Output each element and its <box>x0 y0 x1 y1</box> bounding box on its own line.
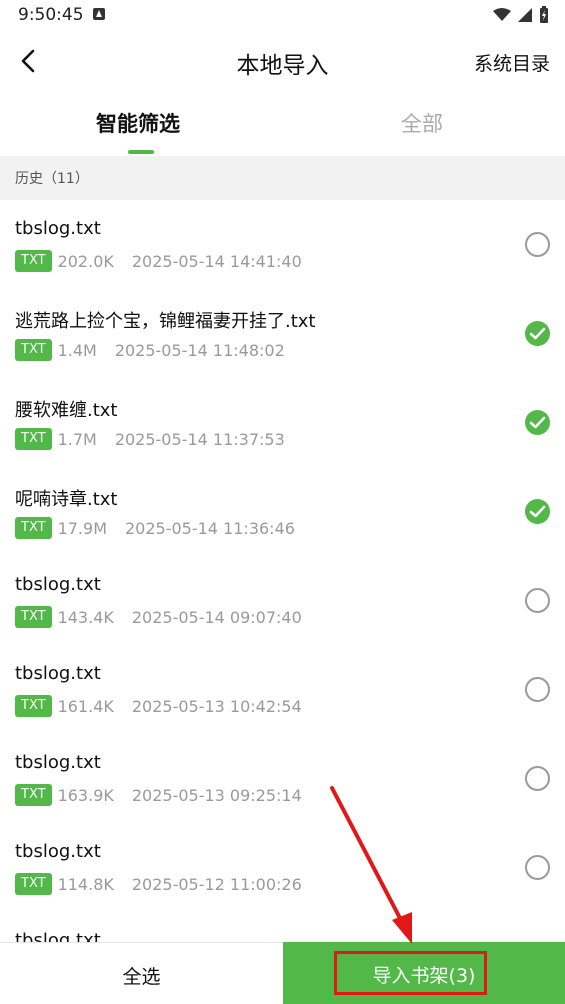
file-name: 腰软难缠.txt <box>15 400 118 421</box>
file-meta: TXT 202.0K 2025-05-14 14:41:40 <box>15 250 302 272</box>
tab-all[interactable]: 全部 <box>401 108 443 138</box>
file-meta: TXT 161.4K 2025-05-13 10:42:54 <box>15 695 302 717</box>
file-size: 114.8K <box>57 874 114 894</box>
file-date: 2025-05-14 09:07:40 <box>131 607 302 627</box>
file-meta: TXT 1.7M 2025-05-14 11:37:53 <box>15 428 285 450</box>
checkbox-checked[interactable] <box>525 410 550 435</box>
checkmark-icon <box>529 416 546 429</box>
file-type-badge: TXT <box>15 784 52 806</box>
file-size: 161.4K <box>57 696 114 716</box>
file-date: 2025-05-13 09:25:14 <box>131 785 302 805</box>
history-section-header: 历史（11） <box>0 156 565 200</box>
section-label: 历史（11） <box>15 171 89 187</box>
bottom-action-bar: 全选 导入书架(3) <box>0 942 565 1004</box>
file-type-badge: TXT <box>15 873 52 895</box>
file-item-partial[interactable]: tbslog.txt <box>0 912 565 942</box>
file-type-badge: TXT <box>15 250 52 272</box>
file-item[interactable]: tbslog.txt TXT 202.0K 2025-05-14 14:41:4… <box>0 200 565 289</box>
tab-indicator <box>128 150 154 154</box>
checkmark-icon <box>529 505 546 518</box>
file-size: 1.4M <box>57 340 97 360</box>
checkbox-unchecked[interactable] <box>525 766 550 791</box>
file-item[interactable]: 逃荒路上捡个宝，锦鲤福妻开挂了.txt TXT 1.4M 2025-05-14 … <box>0 289 565 378</box>
file-item[interactable]: tbslog.txt TXT 143.4K 2025-05-14 09:07:4… <box>0 556 565 645</box>
signal-icon <box>518 8 532 22</box>
file-item[interactable]: tbslog.txt TXT 163.9K 2025-05-13 09:25:1… <box>0 734 565 823</box>
file-meta: TXT 163.9K 2025-05-13 09:25:14 <box>15 784 302 806</box>
file-name: tbslog.txt <box>15 930 101 942</box>
file-name: tbslog.txt <box>15 663 101 684</box>
file-item[interactable]: tbslog.txt TXT 114.8K 2025-05-12 11:00:2… <box>0 823 565 912</box>
file-type-badge: TXT <box>15 695 52 717</box>
file-date: 2025-05-14 11:37:53 <box>114 429 285 449</box>
file-type-badge: TXT <box>15 428 52 450</box>
file-date: 2025-05-14 11:36:46 <box>125 518 295 538</box>
file-item[interactable]: tbslog.txt TXT 161.4K 2025-05-13 10:42:5… <box>0 645 565 734</box>
file-meta: TXT 143.4K 2025-05-14 09:07:40 <box>15 606 302 628</box>
tab-bar: 智能筛选 全部 <box>0 92 565 156</box>
checkbox-unchecked[interactable] <box>525 855 550 880</box>
file-type-badge: TXT <box>15 339 52 361</box>
checkmark-icon <box>529 327 546 340</box>
import-label: 导入书架(3) <box>372 965 476 987</box>
file-type-badge: TXT <box>15 606 52 628</box>
header: 本地导入 系统目录 <box>0 32 565 92</box>
file-size: 17.9M <box>57 518 107 538</box>
file-date: 2025-05-12 11:00:26 <box>131 874 302 894</box>
system-directory-button[interactable]: 系统目录 <box>474 49 550 76</box>
select-all-button[interactable]: 全选 <box>0 942 283 1004</box>
file-name: tbslog.txt <box>15 752 101 773</box>
status-time: 9:50:45 <box>18 5 84 25</box>
file-meta: TXT 114.8K 2025-05-12 11:00:26 <box>15 873 302 895</box>
file-meta: TXT 1.4M 2025-05-14 11:48:02 <box>15 339 285 361</box>
import-to-bookshelf-button[interactable]: 导入书架(3) <box>283 942 565 1004</box>
file-size: 202.0K <box>57 251 114 271</box>
file-size: 1.7M <box>57 429 97 449</box>
select-all-label: 全选 <box>122 966 161 988</box>
file-meta: TXT 17.9M 2025-05-14 11:36:46 <box>15 517 295 539</box>
file-date: 2025-05-13 10:42:54 <box>131 696 302 716</box>
file-size: 143.4K <box>57 607 114 627</box>
checkbox-unchecked[interactable] <box>525 232 550 257</box>
checkbox-checked[interactable] <box>525 321 550 346</box>
file-date: 2025-05-14 11:48:02 <box>114 340 285 360</box>
file-date: 2025-05-14 14:41:40 <box>131 251 302 271</box>
file-name: 逃荒路上捡个宝，锦鲤福妻开挂了.txt <box>15 311 316 332</box>
file-name: tbslog.txt <box>15 574 101 595</box>
file-type-badge: TXT <box>15 517 52 539</box>
file-list[interactable]: tbslog.txt TXT 202.0K 2025-05-14 14:41:4… <box>0 200 565 942</box>
tab-smart-filter[interactable]: 智能筛选 <box>96 108 180 138</box>
notification-a-icon <box>93 8 105 20</box>
file-name: tbslog.txt <box>15 841 101 862</box>
file-size: 163.9K <box>57 785 114 805</box>
checkbox-unchecked[interactable] <box>525 677 550 702</box>
file-item[interactable]: 呢喃诗章.txt TXT 17.9M 2025-05-14 11:36:46 <box>0 467 565 556</box>
status-icons <box>493 6 549 24</box>
checkbox-unchecked[interactable] <box>525 588 550 613</box>
wifi-icon <box>493 8 511 21</box>
file-name: tbslog.txt <box>15 218 101 239</box>
status-bar: 9:50:45 <box>0 0 565 32</box>
file-item[interactable]: 腰软难缠.txt TXT 1.7M 2025-05-14 11:37:53 <box>0 378 565 467</box>
checkbox-checked[interactable] <box>525 499 550 524</box>
battery-icon <box>540 6 548 23</box>
file-name: 呢喃诗章.txt <box>15 489 118 510</box>
